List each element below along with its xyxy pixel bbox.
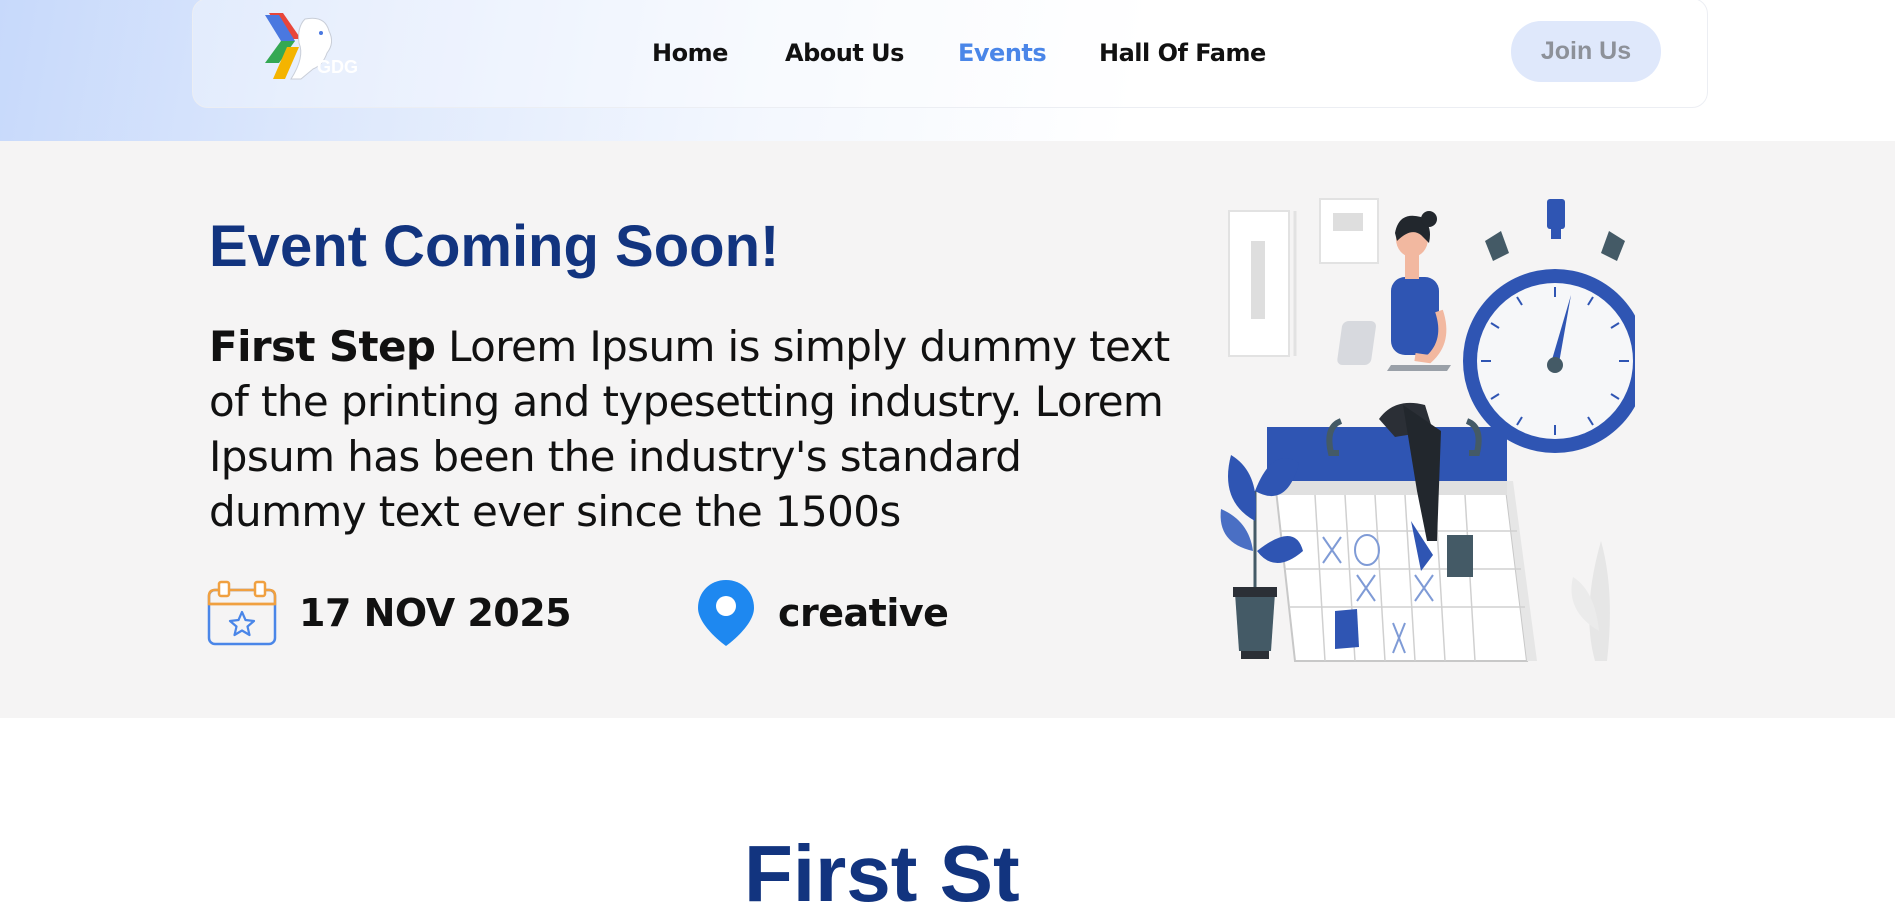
event-date-text: 17 NOV 2025 [299, 591, 572, 635]
nav-link-home[interactable]: Home [652, 39, 728, 67]
logo-text: GDG [317, 57, 358, 77]
nav-link-hall-of-fame[interactable]: Hall Of Fame [1099, 39, 1266, 67]
hero-title: Event Coming Soon! [209, 214, 780, 279]
event-illustration [1220, 198, 1635, 662]
map-pin-icon [698, 580, 754, 646]
event-name: First Step [209, 322, 436, 371]
event-hero: Event Coming Soon! First Step Lorem Ipsu… [0, 141, 1895, 718]
hero-description: First Step Lorem Ipsum is simply dummy t… [209, 319, 1184, 539]
nav-link-events[interactable]: Events [958, 39, 1047, 67]
event-date: 17 NOV 2025 [207, 578, 572, 648]
event-location: creative [696, 578, 949, 648]
gdg-logo[interactable]: GDG [265, 13, 375, 83]
section-heading: First St [744, 829, 1020, 918]
event-location-text: creative [778, 591, 949, 635]
nav-link-about-us[interactable]: About Us [785, 39, 904, 67]
navbar: GDG Home About Us Events Hall Of Fame Jo… [192, 0, 1708, 108]
join-us-button[interactable]: Join Us [1511, 21, 1661, 82]
calendar-star-icon [207, 580, 277, 646]
